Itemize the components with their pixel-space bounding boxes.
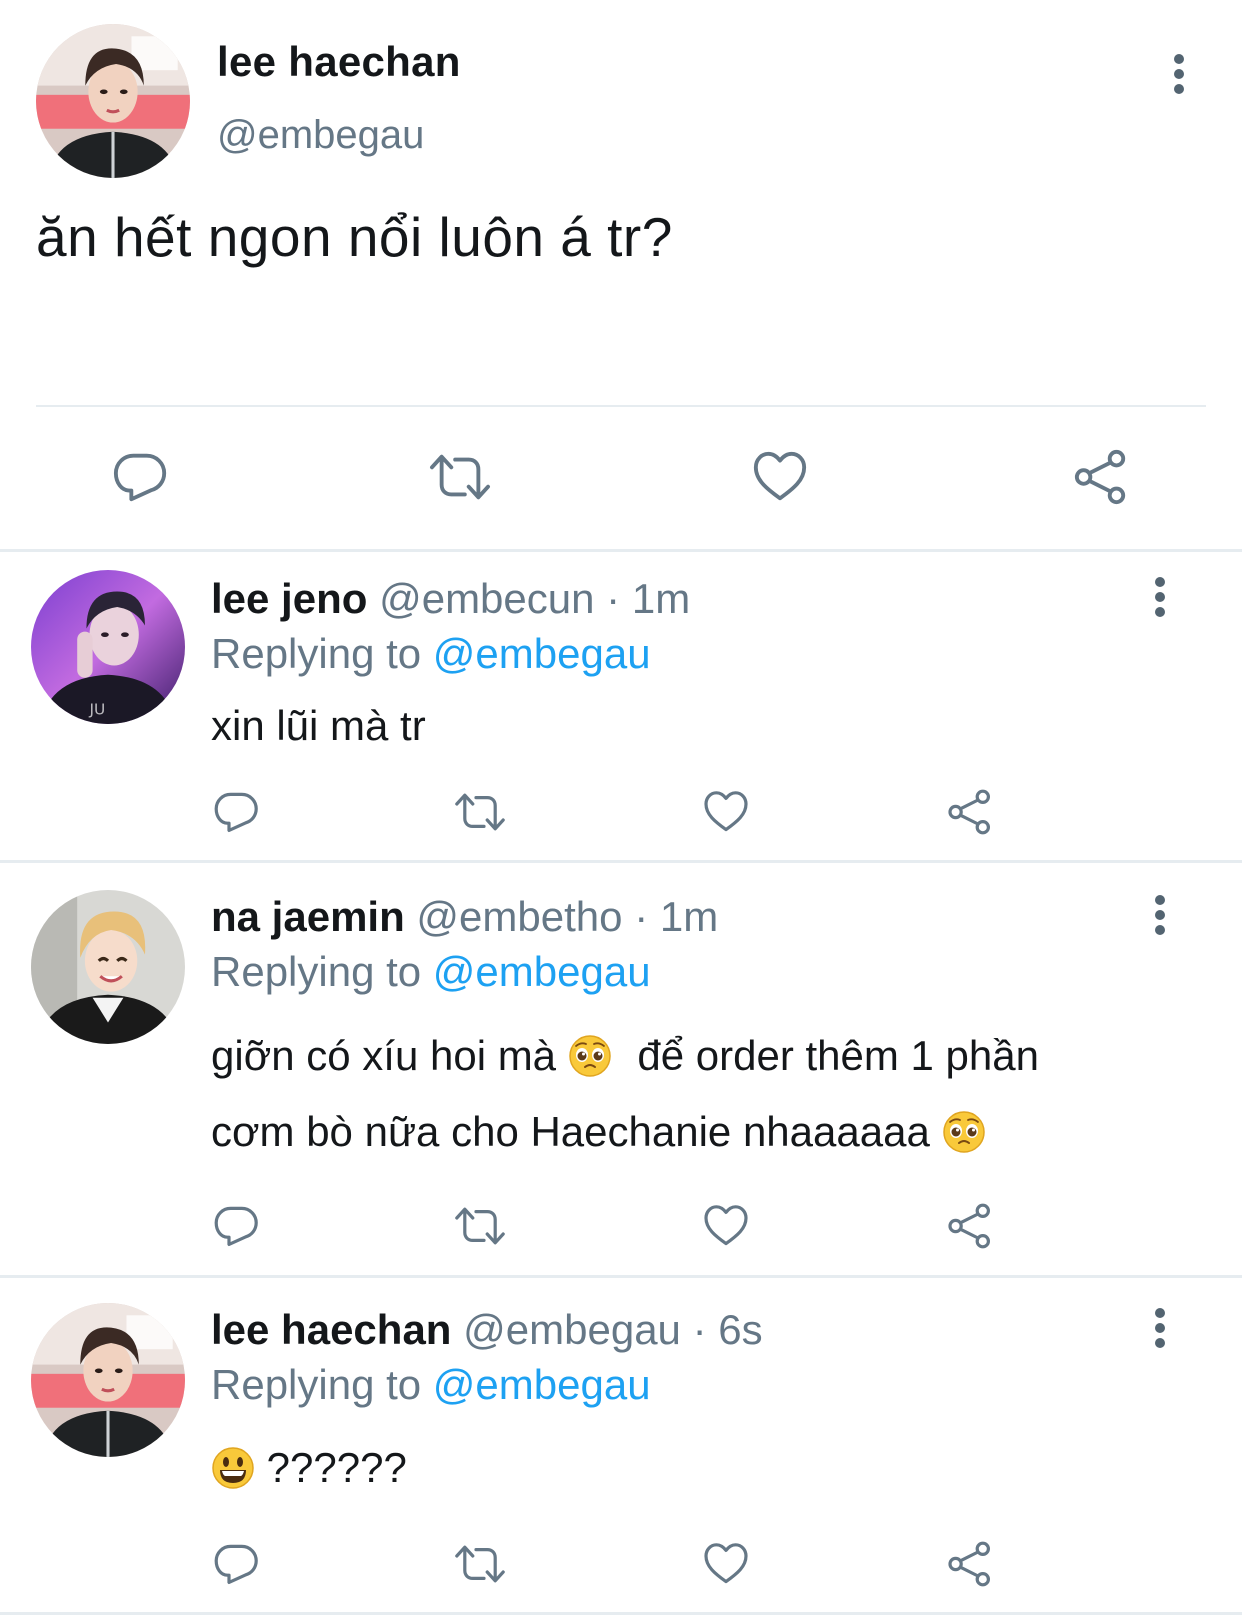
author-handle[interactable]: @embegau: [463, 1306, 681, 1353]
author-handle[interactable]: @embegau: [217, 113, 424, 158]
retweet-icon[interactable]: [426, 448, 494, 506]
avatar[interactable]: [31, 1303, 185, 1457]
reply-icon[interactable]: [213, 1540, 261, 1588]
like-icon[interactable]: [702, 1202, 750, 1250]
more-vertical-icon[interactable]: [1167, 52, 1191, 96]
pleading-face-emoji: [942, 1110, 986, 1154]
retweet-icon[interactable]: [452, 1202, 508, 1250]
reply-header: na jaemin @embetho · 1m: [211, 893, 718, 941]
smiley-emoji: [211, 1446, 255, 1490]
more-vertical-icon[interactable]: [1148, 575, 1172, 619]
divider: [0, 1612, 1242, 1615]
separator: ·: [634, 893, 649, 940]
reply-header: lee haechan @embegau · 6s: [211, 1306, 763, 1354]
reply-text: ??????: [211, 1430, 407, 1506]
reply-text: xin lũi mà tr: [211, 688, 426, 764]
replying-to: Replying to @embegau: [211, 948, 651, 996]
retweet-icon[interactable]: [452, 1540, 508, 1588]
reply-text-part: cơm bò nữa cho Haechanie nhaaaaaa: [211, 1108, 930, 1155]
reply-actions: [0, 1540, 1242, 1610]
replying-to: Replying to @embegau: [211, 1361, 651, 1409]
more-vertical-icon[interactable]: [1148, 1306, 1172, 1350]
pleading-face-emoji: [568, 1034, 612, 1078]
replying-label: Replying to: [211, 948, 422, 995]
retweet-icon[interactable]: [452, 788, 508, 836]
share-icon[interactable]: [946, 1540, 994, 1588]
reply-text-part: giỡn có xíu hoi mà: [211, 1032, 557, 1079]
reply-text: giỡn có xíu hoi mà để order thêm 1 phần …: [211, 1018, 1039, 1170]
avatar[interactable]: [31, 890, 185, 1044]
mention-link[interactable]: @embegau: [433, 1361, 651, 1408]
tweet-actions: [0, 448, 1242, 518]
reply-text-content: ??????: [266, 1444, 407, 1491]
replying-label: Replying to: [211, 630, 422, 677]
author-name[interactable]: lee jeno: [211, 575, 367, 622]
more-vertical-icon[interactable]: [1148, 893, 1172, 937]
reply-text-part: để order thêm 1 phần: [637, 1032, 1039, 1079]
author-handle[interactable]: @embetho: [416, 893, 622, 940]
divider: [0, 860, 1242, 863]
share-icon[interactable]: [946, 1202, 994, 1250]
reply-actions: [0, 788, 1242, 858]
separator: ·: [692, 1306, 707, 1353]
tweet-text: ăn hết ngon nổi luôn á tr?: [36, 206, 673, 268]
timestamp[interactable]: 1m: [660, 893, 718, 940]
separator: ·: [606, 575, 621, 622]
like-icon[interactable]: [751, 448, 809, 506]
divider: [0, 549, 1242, 552]
share-icon[interactable]: [946, 788, 994, 836]
reply-icon[interactable]: [213, 1202, 261, 1250]
reply-icon[interactable]: [112, 448, 170, 506]
divider: [0, 1275, 1242, 1278]
reply-header: lee jeno @embecun · 1m: [211, 575, 690, 623]
avatar[interactable]: [36, 24, 190, 178]
timestamp[interactable]: 6s: [718, 1306, 762, 1353]
timestamp[interactable]: 1m: [632, 575, 690, 622]
author-name[interactable]: lee haechan: [217, 38, 461, 86]
mention-link[interactable]: @embegau: [433, 630, 651, 677]
divider: [36, 405, 1206, 407]
mention-link[interactable]: @embegau: [433, 948, 651, 995]
reply-icon[interactable]: [213, 788, 261, 836]
author-name[interactable]: na jaemin: [211, 893, 405, 940]
reply-actions: [0, 1202, 1242, 1272]
share-icon[interactable]: [1072, 448, 1130, 506]
replying-to: Replying to @embegau: [211, 630, 651, 678]
like-icon[interactable]: [702, 1540, 750, 1588]
reply-text-content: xin lũi mà tr: [211, 702, 426, 749]
like-icon[interactable]: [702, 788, 750, 836]
replying-label: Replying to: [211, 1361, 422, 1408]
author-handle[interactable]: @embecun: [379, 575, 594, 622]
avatar[interactable]: [31, 570, 185, 724]
author-name[interactable]: lee haechan: [211, 1306, 451, 1353]
